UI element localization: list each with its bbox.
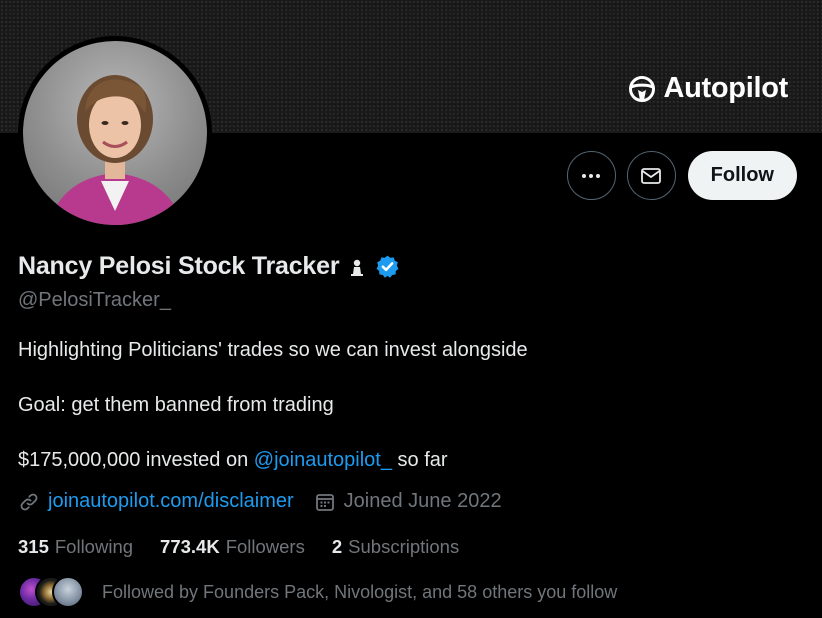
bio-line: Highlighting Politicians' trades so we c… — [18, 339, 528, 361]
following-stat[interactable]: 315 Following — [18, 536, 133, 558]
avatar — [52, 576, 84, 608]
avatar-photo — [23, 41, 207, 225]
mail-icon — [641, 167, 662, 184]
followers-you-know[interactable]: Followed by Founders Pack, Nivologist, a… — [18, 576, 617, 608]
website-item: joinautopilot.com/disclaimer — [18, 490, 294, 513]
link-icon — [20, 493, 38, 510]
display-name: Nancy Pelosi Stock Tracker — [18, 252, 340, 280]
profile-meta: joinautopilot.com/disclaimer Joined June… — [18, 490, 502, 513]
website-link[interactable]: joinautopilot.com/disclaimer — [48, 490, 294, 513]
more-button[interactable] — [566, 151, 616, 200]
calendar-icon — [315, 493, 334, 511]
brand-name: Autopilot — [663, 72, 788, 104]
joined-item: Joined June 2022 — [314, 490, 502, 513]
message-button[interactable] — [626, 151, 676, 200]
bio-text: $175,000,000 invested on — [18, 449, 254, 471]
profile-name-row: Nancy Pelosi Stock Tracker — [18, 252, 400, 281]
profile-stats: 315 Following 773.4K Followers 2 Subscri… — [18, 536, 459, 558]
mutual-avatars — [18, 576, 84, 608]
followers-label: Followers — [225, 536, 305, 557]
verified-badge-icon[interactable] — [375, 254, 400, 279]
subscriptions-stat[interactable]: 2 Subscriptions — [332, 536, 459, 558]
followed-by-text: Followed by Founders Pack, Nivologist, a… — [102, 581, 618, 602]
user-handle: @PelosiTracker_ — [18, 289, 171, 311]
mention-link[interactable]: @joinautopilot_ — [254, 449, 392, 471]
bio-text: so far — [391, 449, 448, 471]
avatar-portrait — [48, 75, 183, 225]
followers-stat[interactable]: 773.4K Followers — [160, 536, 305, 558]
following-count: 315 — [18, 536, 49, 557]
bio-line: $175,000,000 invested on @joinautopilot_… — [18, 449, 448, 472]
follow-button[interactable]: Follow — [687, 151, 797, 200]
more-icon — [582, 173, 601, 178]
profile-actions: Follow — [566, 151, 797, 200]
subscriptions-label: Subscriptions — [348, 536, 460, 557]
bio-line: Goal: get them banned from trading — [18, 394, 334, 416]
following-label: Following — [54, 536, 134, 557]
joined-date: Joined June 2022 — [343, 490, 502, 512]
affiliate-badge-icon[interactable] — [347, 257, 367, 277]
avatar[interactable] — [18, 36, 212, 230]
steering-wheel-icon — [629, 75, 656, 102]
subscriptions-count: 2 — [331, 536, 343, 557]
banner-brand: Autopilot — [628, 72, 788, 105]
followers-count: 773.4K — [160, 536, 220, 557]
